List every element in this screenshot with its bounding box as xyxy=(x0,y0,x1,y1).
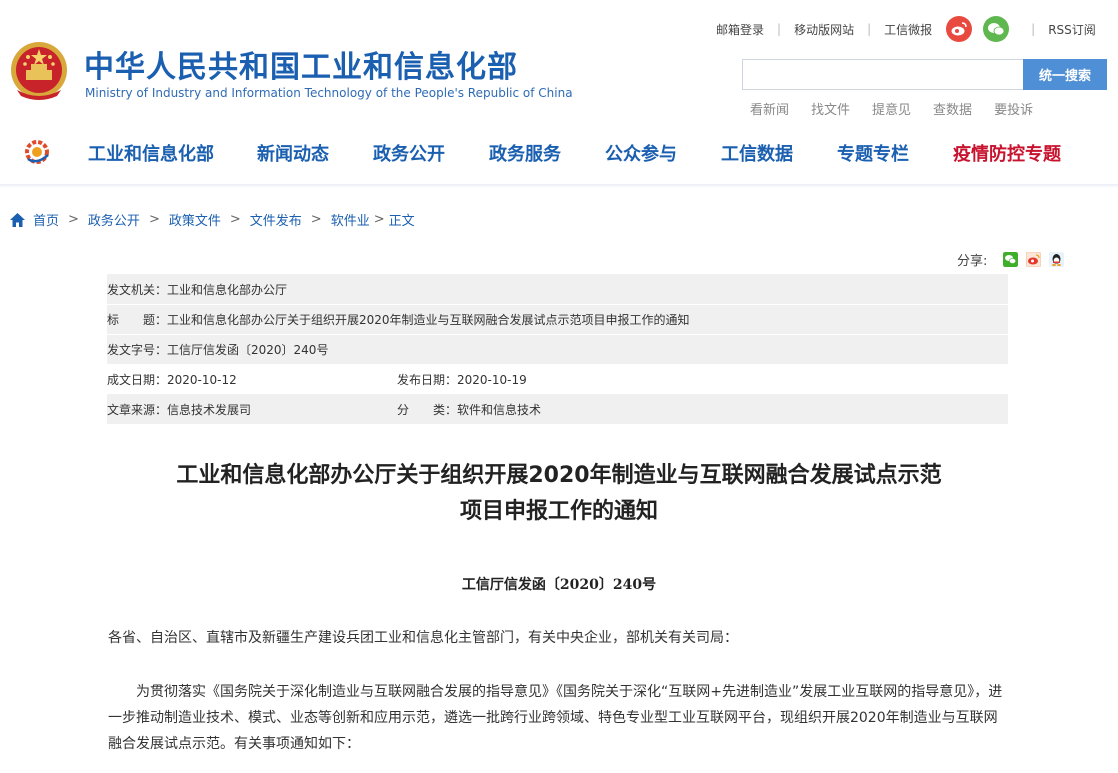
breadcrumb-separator: > xyxy=(373,212,385,227)
quicklink-complaint[interactable]: 要投诉 xyxy=(994,99,1033,118)
breadcrumb-file-release[interactable]: 文件发布 xyxy=(250,210,302,229)
meta-row: 成文日期：2020-10-12 发布日期：2020-10-19 xyxy=(107,364,1008,394)
meta-row: 文章来源：信息技术发展司 分 类：软件和信息技术 xyxy=(107,394,1008,424)
qq-share-icon[interactable] xyxy=(1049,252,1065,267)
share-bar: 分享: xyxy=(957,250,1065,269)
divider: | xyxy=(867,22,872,36)
breadcrumb-software[interactable]: 软件业 xyxy=(331,210,370,229)
breadcrumb: 首页 > 政务公开 > 政策文件 > 文件发布 > 软件业 > 正文 xyxy=(10,210,415,229)
meta-created-date: 成文日期：2020-10-12 xyxy=(107,372,237,387)
share-label: 分享: xyxy=(957,254,988,269)
quick-links: 看新闻 找文件 提意见 查数据 要投诉 xyxy=(750,99,1033,118)
article-title: 工业和信息化部办公厅关于组织开展2020年制造业与互联网融合发展试点示范 项目申… xyxy=(0,458,1118,530)
nav-item-public-participation[interactable]: 公众参与 xyxy=(605,140,677,166)
breadcrumb-separator: > xyxy=(310,212,322,227)
quicklink-data[interactable]: 查数据 xyxy=(933,99,972,118)
meta-source: 文章来源：信息技术发展司 xyxy=(107,402,252,417)
quicklink-files[interactable]: 找文件 xyxy=(811,99,850,118)
nav-item-gov-services[interactable]: 政务服务 xyxy=(489,140,561,166)
document-meta-table: 发文机关：工业和信息化部办公厅 标 题：工业和信息化部办公厅关于组织开展2020… xyxy=(107,274,1008,424)
divider: | xyxy=(777,22,782,36)
meta-category: 分 类：软件和信息技术 xyxy=(397,402,542,417)
nav-item-miit[interactable]: 工业和信息化部 xyxy=(88,140,214,166)
wechat-icon[interactable] xyxy=(983,16,1010,42)
article-title-line: 项目申报工作的通知 xyxy=(459,499,658,524)
nav-divider xyxy=(0,184,1118,188)
meta-row: 发文机关：工业和信息化部办公厅 xyxy=(107,274,1008,304)
mobile-site-link[interactable]: 移动版网站 xyxy=(794,21,854,38)
breadcrumb-home[interactable]: 首页 xyxy=(33,210,59,229)
meta-row: 标 题：工业和信息化部办公厅关于组织开展2020年制造业与互联网融合发展试点示范… xyxy=(107,304,1008,334)
national-emblem-icon[interactable] xyxy=(9,40,69,102)
wechat-share-icon[interactable] xyxy=(1003,252,1019,267)
search-button[interactable]: 统一搜索 xyxy=(1023,59,1107,90)
meta-row: 发文字号：工信厅信发函〔2020〕240号 xyxy=(107,334,1008,364)
article-addressee: 各省、自治区、直辖市及新疆生产建设兵团工业和信息化主管部门，有关中央企业，部机关… xyxy=(108,630,738,646)
weibo-icon[interactable] xyxy=(946,16,973,42)
breadcrumb-separator: > xyxy=(68,212,79,227)
article-doc-number: 工信厅信发函〔2020〕240号 xyxy=(461,577,657,593)
main-nav: 工业和信息化部 新闻动态 政务公开 政务服务 公众参与 工信数据 专题专栏 疫情… xyxy=(0,128,1118,176)
divider: | xyxy=(1031,22,1036,36)
miit-weibo-link[interactable]: 工信微报 xyxy=(884,21,932,38)
breadcrumb-current: 正文 xyxy=(388,214,415,229)
article-title-line: 工业和信息化部办公厅关于组织开展2020年制造业与互联网融合发展试点示范 xyxy=(176,463,942,488)
meta-doc-number: 发文字号：工信厅信发函〔2020〕240号 xyxy=(107,343,329,357)
search-input[interactable] xyxy=(742,59,1023,90)
search-bar: 统一搜索 xyxy=(742,59,1107,90)
top-links: 邮箱登录 | 移动版网站 | 工信微报 | RSS订阅 xyxy=(716,16,1096,42)
breadcrumb-gov-affairs[interactable]: 政务公开 xyxy=(88,210,140,229)
site-title-english: Ministry of Industry and Information Tec… xyxy=(85,86,573,100)
home-icon[interactable] xyxy=(10,212,25,227)
social-icons xyxy=(946,16,1010,42)
nav-item-gov-affairs[interactable]: 政务公开 xyxy=(373,140,445,166)
nav-item-data[interactable]: 工信数据 xyxy=(721,140,793,166)
breadcrumb-separator: > xyxy=(229,212,241,227)
miit-logo-icon[interactable] xyxy=(22,139,52,165)
meta-published-date: 发布日期：2020-10-19 xyxy=(397,372,527,387)
breadcrumb-separator: > xyxy=(148,212,160,227)
meta-title: 标 题：工业和信息化部办公厅关于组织开展2020年制造业与互联网融合发展试点示范… xyxy=(107,313,690,327)
mail-login-link[interactable]: 邮箱登录 xyxy=(716,21,764,38)
meta-issuer: 发文机关：工业和信息化部办公厅 xyxy=(107,282,288,297)
nav-item-special-topics[interactable]: 专题专栏 xyxy=(837,140,909,166)
quicklink-news[interactable]: 看新闻 xyxy=(750,99,789,118)
nav-item-news[interactable]: 新闻动态 xyxy=(257,140,329,166)
rss-link[interactable]: RSS订阅 xyxy=(1048,21,1096,38)
site-title[interactable]: 中华人民共和国工业和信息化部 xyxy=(84,42,518,86)
article-paragraph: 为贯彻落实《国务院关于深化制造业与互联网融合发展的指导意见》《国务院关于深化“互… xyxy=(108,684,1003,752)
weibo-share-icon[interactable] xyxy=(1026,252,1042,267)
quicklink-feedback[interactable]: 提意见 xyxy=(872,99,911,118)
breadcrumb-policy-files[interactable]: 政策文件 xyxy=(169,210,221,229)
nav-item-epidemic[interactable]: 疫情防控专题 xyxy=(953,140,1061,166)
